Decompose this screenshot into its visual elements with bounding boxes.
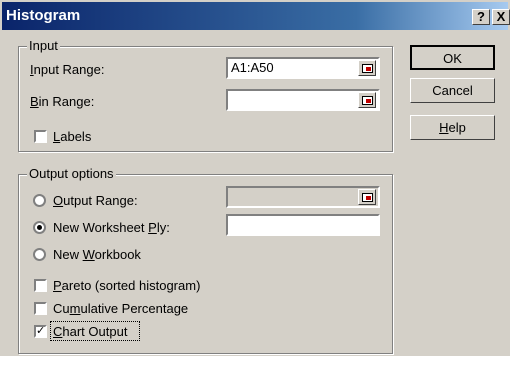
- cumulative-percentage-checkbox[interactable]: [34, 302, 47, 315]
- labels-label: Labels: [53, 129, 92, 144]
- pareto-checkbox[interactable]: [34, 279, 47, 292]
- output-options-legend: Output options: [27, 166, 116, 181]
- chart-output-label: Chart Output: [53, 324, 128, 339]
- new-worksheet-label: New Worksheet Ply:: [53, 220, 170, 235]
- input-group-legend: Input: [27, 38, 60, 53]
- help-icon[interactable]: ?: [472, 9, 490, 25]
- new-workbook-label: New Workbook: [53, 247, 141, 262]
- chart-output-checkbox[interactable]: ✓: [34, 325, 47, 338]
- input-range-value: A1:A50: [231, 60, 274, 75]
- cumulative-percentage-label: Cumulative Percentage: [53, 301, 189, 316]
- title-bar: Histogram ? X: [2, 2, 510, 30]
- output-range-label: Output Range:: [53, 193, 138, 208]
- output-range-radio[interactable]: [33, 194, 46, 207]
- bin-range-field[interactable]: [226, 89, 380, 111]
- input-range-field[interactable]: A1:A50: [226, 57, 380, 79]
- close-icon[interactable]: X: [492, 9, 510, 25]
- collapse-dialog-icon[interactable]: [358, 189, 376, 205]
- histogram-dialog: Histogram ? X Input Input Range: A1:A50 …: [0, 0, 510, 356]
- output-range-field[interactable]: [226, 186, 380, 208]
- labels-checkbox[interactable]: [34, 130, 47, 143]
- cancel-button[interactable]: Cancel: [410, 78, 495, 103]
- ok-button[interactable]: OK: [410, 45, 495, 70]
- pareto-label: Pareto (sorted histogram): [53, 278, 201, 293]
- bin-range-label: Bin Range:: [30, 94, 95, 109]
- help-button[interactable]: Help: [410, 115, 495, 140]
- new-worksheet-radio[interactable]: [33, 221, 46, 234]
- new-worksheet-field[interactable]: [226, 214, 380, 236]
- new-workbook-radio[interactable]: [33, 248, 46, 261]
- collapse-dialog-icon[interactable]: [358, 60, 376, 76]
- dialog-title: Histogram: [6, 7, 81, 24]
- input-range-label: Input Range:: [30, 62, 105, 77]
- collapse-dialog-icon[interactable]: [358, 92, 376, 108]
